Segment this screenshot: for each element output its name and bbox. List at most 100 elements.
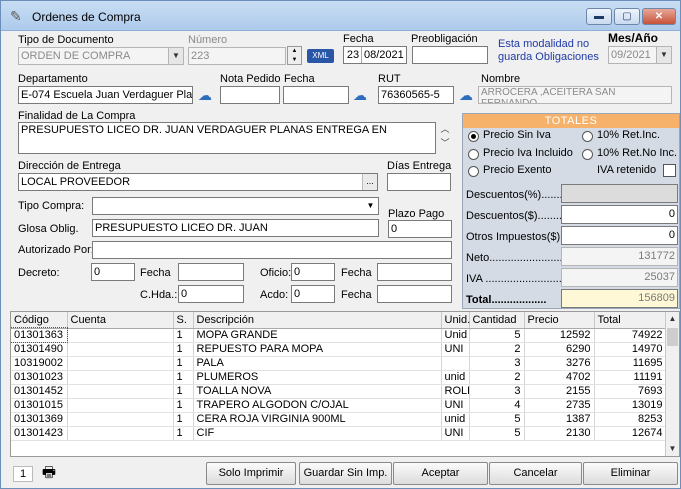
table-cell[interactable] — [67, 356, 174, 371]
table-cell[interactable] — [441, 356, 470, 371]
table-cell[interactable]: MOPA GRANDE — [193, 328, 442, 343]
table-cell[interactable] — [67, 370, 174, 385]
numero-field[interactable]: 223 — [188, 47, 286, 65]
close-button[interactable]: ✕ — [642, 8, 676, 25]
oficio-field[interactable]: 0 — [291, 263, 335, 281]
table-cell[interactable]: 1 — [173, 412, 194, 427]
column-precio[interactable]: Precio — [524, 312, 595, 329]
descuentos-pct-field[interactable] — [561, 184, 678, 203]
autorizado-field[interactable] — [92, 241, 452, 259]
table-cell[interactable] — [67, 328, 174, 343]
solo-imprimir-button[interactable]: Solo Imprimir — [206, 462, 296, 485]
cancelar-button[interactable]: Cancelar — [489, 462, 582, 485]
table-cell[interactable]: 6290 — [524, 342, 595, 357]
table-row[interactable]: 01301490 1 REPUESTO PARA MOPA UNI 2 6290 14970 — [11, 342, 667, 357]
table-cell[interactable]: 01301423 — [11, 426, 68, 441]
table-cell[interactable]: 1 — [173, 370, 194, 385]
fecha3-field[interactable] — [377, 285, 452, 303]
table-cell[interactable]: 10319002 — [11, 356, 68, 371]
tipo-compra-select[interactable]: ▼ — [92, 197, 379, 215]
table-cell[interactable] — [67, 384, 174, 399]
table-cell[interactable]: 14970 — [594, 342, 667, 357]
chda-field[interactable]: 0 — [178, 285, 244, 303]
radio-precio-exento[interactable] — [468, 166, 479, 177]
table-cell[interactable] — [67, 412, 174, 427]
otros-impuestos-field[interactable]: 0 — [561, 226, 678, 245]
title-bar[interactable]: ✎ Ordenes de Compra ▬ ▢ ✕ — [1, 1, 680, 31]
radio-ret-inc[interactable] — [582, 131, 593, 142]
table-cell[interactable]: 12592 — [524, 328, 595, 343]
iva-retenido-checkbox[interactable] — [663, 164, 676, 177]
table-cell[interactable]: 5 — [469, 426, 525, 441]
table-cell[interactable]: 4702 — [524, 370, 595, 385]
plazo-pago-field[interactable]: 0 — [388, 220, 452, 238]
search-cloud-icon[interactable]: ☁ — [350, 86, 370, 104]
table-cell[interactable]: unid — [441, 370, 470, 385]
table-cell[interactable]: 3 — [469, 384, 525, 399]
radio-ret-noinc[interactable] — [582, 149, 593, 160]
table-cell[interactable]: 74922 — [594, 328, 667, 343]
finalidad-textarea[interactable]: PRESUPUESTO LICEO DR. JUAN VERDAGUER PLA… — [18, 122, 436, 154]
tipo-documento-select[interactable]: ORDEN DE COMPRA ▼ — [18, 47, 184, 65]
table-cell[interactable]: 01301490 — [11, 342, 68, 357]
table-cell[interactable]: 5 — [469, 412, 525, 427]
acdo-field[interactable]: 0 — [291, 285, 335, 303]
nota-fecha-field[interactable] — [283, 86, 349, 104]
printer-icon[interactable]: 🖶 — [38, 463, 60, 483]
maximize-button[interactable]: ▢ — [614, 8, 640, 25]
table-cell[interactable]: 01301015 — [11, 398, 68, 413]
table-cell[interactable]: 2130 — [524, 426, 595, 441]
table-cell[interactable]: 2 — [469, 370, 525, 385]
table-cell[interactable]: REPUESTO PARA MOPA — [193, 342, 442, 357]
search-cloud-icon[interactable]: ☁ — [195, 86, 215, 104]
table-cell[interactable]: 1 — [173, 398, 194, 413]
table-cell[interactable]: 01301023 — [11, 370, 68, 385]
minimize-button[interactable]: ▬ — [586, 8, 612, 25]
browse-button[interactable]: ... — [362, 174, 377, 190]
table-cell[interactable]: 01301369 — [11, 412, 68, 427]
scroll-thumb[interactable] — [667, 328, 678, 346]
table-cell[interactable]: 7693 — [594, 384, 667, 399]
table-row[interactable]: 10319002 1 PALA 3 3276 11695 — [11, 356, 667, 371]
table-cell[interactable]: 01301363 — [11, 327, 68, 343]
preobligacion-field[interactable] — [412, 46, 488, 64]
table-row[interactable]: 01301363 1 MOPA GRANDE Unid 5 12592 74922 — [11, 327, 667, 343]
xml-button[interactable]: XML — [307, 49, 334, 63]
table-cell[interactable]: UNI — [441, 426, 470, 441]
decreto-field[interactable]: 0 — [91, 263, 135, 281]
scroll-down-icon[interactable]: ▼ — [666, 442, 679, 456]
dias-entrega-field[interactable] — [387, 173, 451, 191]
rut-field[interactable]: 76360565-5 — [378, 86, 454, 104]
column-descripcion[interactable]: Descripción — [193, 312, 442, 329]
grid-scrollbar[interactable]: ▲ ▼ — [665, 312, 679, 456]
radio-precio-iva-incluido[interactable] — [468, 149, 479, 160]
table-cell[interactable]: 13019 — [594, 398, 667, 413]
scroll-up-icon[interactable]: ▲ — [666, 312, 679, 326]
table-cell[interactable]: 2 — [469, 342, 525, 357]
fecha-field[interactable]: 23 08/2021 — [343, 46, 407, 64]
table-cell[interactable]: 1 — [173, 356, 194, 371]
table-cell[interactable]: ROLL — [441, 384, 470, 399]
table-cell[interactable]: 1 — [173, 426, 194, 441]
descuentos-amt-field[interactable]: 0 — [561, 205, 678, 224]
table-cell[interactable]: CERA ROJA VIRGINIA 900ML — [193, 412, 442, 427]
table-cell[interactable]: 1 — [173, 384, 194, 399]
column-cantidad[interactable]: Cantidad — [469, 312, 525, 329]
radio-precio-sin-iva[interactable] — [468, 131, 479, 142]
column-cuenta[interactable]: Cuenta — [67, 312, 174, 329]
nombre-field[interactable]: ARROCERA ,ACEITERA SAN FERNANDO — [478, 86, 672, 104]
table-cell[interactable]: 5 — [469, 328, 525, 343]
table-row[interactable]: 01301023 1 PLUMEROS unid 2 4702 11191 — [11, 370, 667, 385]
table-cell[interactable] — [67, 342, 174, 357]
table-cell[interactable]: 11191 — [594, 370, 667, 385]
table-cell[interactable]: UNI — [441, 398, 470, 413]
table-cell[interactable]: 12674 — [594, 426, 667, 441]
departamento-field[interactable]: E-074 Escuela Juan Verdaguer Plan — [18, 86, 193, 104]
table-row[interactable]: 01301423 1 CIF UNI 5 2130 12674 — [11, 426, 667, 441]
guardar-sin-imp-button[interactable]: Guardar Sin Imp. — [299, 462, 392, 485]
table-cell[interactable]: 3276 — [524, 356, 595, 371]
table-cell[interactable]: 11695 — [594, 356, 667, 371]
eliminar-button[interactable]: Eliminar — [583, 462, 678, 485]
table-row[interactable]: 01301369 1 CERA ROJA VIRGINIA 900ML unid 5 13… — [11, 412, 667, 427]
column-codigo[interactable]: Código — [11, 312, 68, 329]
